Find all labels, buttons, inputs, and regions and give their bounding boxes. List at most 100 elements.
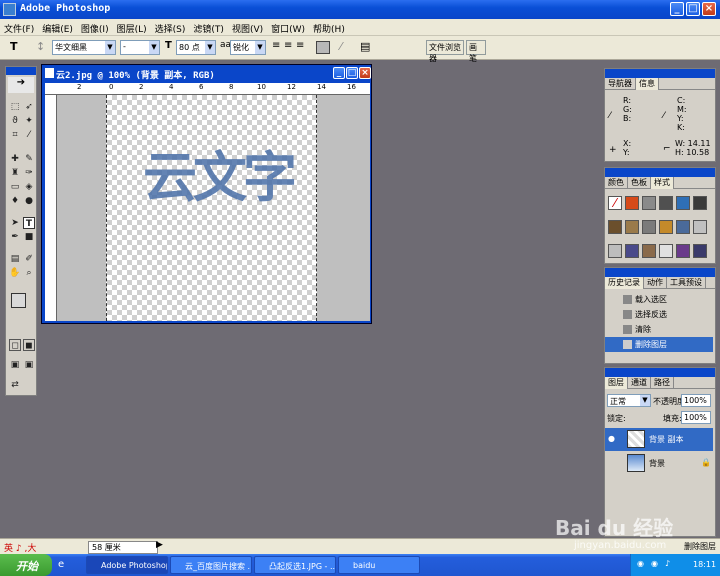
antialias-select[interactable]: 锐化 ▼ [230, 40, 266, 55]
history-item-selected[interactable]: 删除图层 [605, 337, 713, 352]
style-swatch[interactable] [608, 244, 622, 258]
style-swatch[interactable] [693, 244, 707, 258]
style-swatch[interactable] [642, 244, 656, 258]
style-swatch[interactable] [676, 220, 690, 234]
task-photoshop[interactable]: Adobe Photoshop [86, 556, 168, 574]
style-swatch[interactable] [642, 196, 656, 210]
tab-channels[interactable]: 通道 [628, 377, 651, 389]
style-swatch[interactable] [642, 220, 656, 234]
align-right-icon[interactable]: ≡ [296, 40, 304, 55]
status-arrow-icon[interactable]: ▶ [156, 540, 163, 550]
type-tool-button-icon[interactable]: T [23, 217, 35, 229]
tab-swatches[interactable]: 色板 [628, 177, 651, 189]
bucket-tool-icon[interactable]: ◈ [23, 181, 35, 193]
path-select-tool-icon[interactable]: ➤ [9, 217, 21, 229]
style-swatch[interactable] [625, 244, 639, 258]
maximize-button[interactable]: □ [686, 2, 700, 16]
task-folder[interactable]: baidu [338, 556, 420, 574]
tab-brushes[interactable]: 画笔 [466, 40, 486, 63]
tab-tool-presets[interactable]: 工具预设 [667, 277, 706, 289]
ime-status[interactable]: 英 ♪ ,大 [4, 541, 36, 554]
doc-maximize-button[interactable]: □ [346, 67, 358, 79]
warp-text-icon[interactable]: ⁄ [340, 40, 342, 55]
tab-actions[interactable]: 动作 [644, 277, 667, 289]
canvas-area[interactable]: 云文字 [57, 95, 370, 321]
marquee-tool-icon[interactable]: ⬚ [9, 101, 21, 113]
notes-tool-icon[interactable]: ▤ [9, 253, 21, 265]
tab-file-browser[interactable]: 文件浏览器 [426, 40, 464, 63]
dodge-tool-icon[interactable]: ● [23, 195, 35, 207]
close-button[interactable]: × [702, 2, 716, 16]
eye-icon[interactable]: ● [608, 434, 615, 443]
tab-layers[interactable]: 图层 [605, 377, 628, 389]
style-swatch[interactable] [676, 244, 690, 258]
text-color-swatch[interactable] [316, 41, 330, 54]
zoom-readout[interactable]: 58 厘米 [88, 541, 158, 554]
style-swatch[interactable] [693, 196, 707, 210]
hand-tool-icon[interactable]: ✋ [9, 267, 21, 279]
tray-icon[interactable]: ◉ [637, 559, 644, 568]
tab-history[interactable]: 历史记录 [605, 277, 644, 289]
slice-tool-icon[interactable]: ⁄ [23, 129, 35, 141]
tab-info[interactable]: 信息 [636, 78, 659, 90]
screen-mode-1-icon[interactable]: ▣ [9, 359, 21, 371]
style-swatch[interactable] [659, 244, 673, 258]
screen-mode-2-icon[interactable]: ▣ [23, 359, 35, 371]
menu-window[interactable]: 窗口(W) [267, 19, 309, 35]
font-size-select[interactable]: 80 点 ▼ [176, 40, 216, 55]
menu-file[interactable]: 文件(F) [0, 19, 38, 35]
style-swatch[interactable] [676, 196, 690, 210]
style-none-swatch[interactable]: ⁄ [608, 196, 622, 210]
blend-mode-select[interactable]: 正常 ▼ [607, 394, 651, 407]
jump-to-imageready-icon[interactable]: ⇄ [9, 379, 21, 391]
history-item[interactable]: 选择反选 [605, 307, 713, 322]
history-item[interactable]: 清除 [605, 322, 713, 337]
menu-filter[interactable]: 滤镜(T) [189, 19, 228, 35]
history-brush-tool-icon[interactable]: ✑ [23, 167, 35, 179]
layer-row[interactable]: 背景 🔒 [605, 452, 713, 475]
move-tool-icon[interactable]: ➶ [23, 101, 35, 113]
style-swatch[interactable] [659, 196, 673, 210]
tray-icon[interactable]: ◉ [651, 559, 658, 568]
brush-tool-icon[interactable]: ✎ [23, 153, 35, 165]
menu-select[interactable]: 选择(S) [151, 19, 190, 35]
minimize-button[interactable]: _ [670, 2, 684, 16]
start-button[interactable]: 开始 [0, 554, 52, 576]
history-item[interactable]: 载入选区 [605, 292, 713, 307]
opacity-input[interactable]: 100% [681, 394, 711, 407]
tab-navigator[interactable]: 导航器 [605, 78, 636, 90]
style-swatch[interactable] [693, 220, 707, 234]
task-image-viewer[interactable]: 凸起反选1.JPG - ... [254, 556, 336, 574]
menu-layer[interactable]: 图层(L) [113, 19, 151, 35]
tab-color[interactable]: 颜色 [605, 177, 628, 189]
tab-paths[interactable]: 路径 [651, 377, 674, 389]
align-left-icon[interactable]: ≡ [272, 40, 280, 55]
shape-tool-icon[interactable]: ■ [23, 231, 35, 243]
menu-edit[interactable]: 编辑(E) [38, 19, 77, 35]
magic-wand-tool-icon[interactable]: ✦ [23, 115, 35, 127]
menu-help[interactable]: 帮助(H) [309, 19, 349, 35]
tab-styles[interactable]: 样式 [651, 177, 674, 189]
eraser-tool-icon[interactable]: ▭ [9, 181, 21, 193]
volume-icon[interactable]: ♪ [665, 559, 670, 568]
text-orientation-icon[interactable]: ↕ [36, 40, 45, 55]
lasso-tool-icon[interactable]: ϑ [9, 115, 21, 127]
pen-tool-icon[interactable]: ✒ [9, 231, 21, 243]
style-swatch[interactable] [608, 220, 622, 234]
adobe-online-icon[interactable]: ➔ [8, 77, 34, 93]
image-canvas[interactable]: 云文字 [106, 95, 317, 321]
font-family-select[interactable]: 华文细黑 ▼ [52, 40, 116, 55]
style-swatch[interactable] [659, 220, 673, 234]
align-center-icon[interactable]: ≡ [284, 40, 292, 55]
healing-brush-tool-icon[interactable]: ✚ [9, 153, 21, 165]
document-window[interactable]: 云2.jpg @ 100% (背景 副本, RGB) _ □ × 2 0 2 4… [41, 64, 372, 324]
stamp-tool-icon[interactable]: ♜ [9, 167, 21, 179]
zoom-tool-icon[interactable]: ⌕ [23, 267, 35, 279]
style-swatch[interactable] [625, 220, 639, 234]
blur-tool-icon[interactable]: ♦ [9, 195, 21, 207]
fill-input[interactable]: 100% [681, 411, 711, 424]
clock[interactable]: 18:11 [693, 560, 716, 569]
quickmask-mode-icon[interactable]: ◼ [23, 339, 35, 351]
doc-close-button[interactable]: × [359, 67, 371, 79]
eyedropper-tool-icon[interactable]: ✐ [23, 253, 35, 265]
